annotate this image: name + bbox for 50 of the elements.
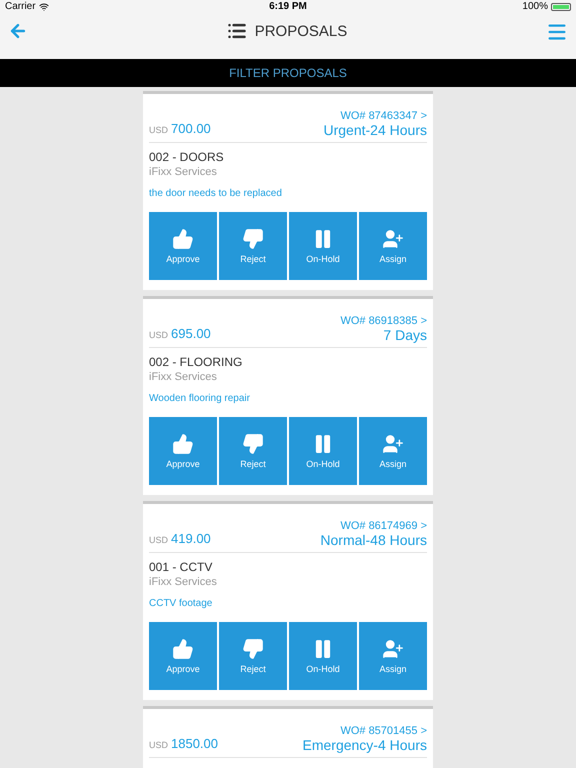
job-title: 001 - CCTV: [149, 560, 214, 574]
amount-text: USD 700.00: [149, 120, 211, 138]
hold-button[interactable]: On-Hold: [289, 622, 357, 690]
assign-button[interactable]: Assign: [359, 417, 427, 485]
assign-button[interactable]: Assign: [359, 622, 427, 690]
work-order-link[interactable]: WO# 85701455 >: [340, 725, 427, 737]
thumbs-down-icon: [242, 433, 264, 455]
amount-text: USD 695.00: [149, 325, 211, 343]
description-text: the door needs to be replaced: [149, 188, 283, 199]
description-text: CCTV footage: [149, 598, 214, 609]
reject-button[interactable]: Reject: [219, 417, 287, 485]
description-text: Wooden flooring repair: [149, 393, 251, 404]
approve-button[interactable]: Approve: [149, 622, 217, 690]
status-time: 6:19 PM: [269, 1, 307, 12]
amount-text: USD 419.00: [149, 530, 211, 548]
amount-text: USD 1850.00: [149, 735, 218, 753]
job-title: 002 - DOORS: [149, 150, 225, 164]
page-title: PROPOSALS: [254, 22, 348, 40]
work-order-link[interactable]: WO# 87463347 >: [340, 110, 427, 122]
user-plus-icon: [382, 433, 404, 455]
assign-button[interactable]: Assign: [359, 212, 427, 280]
thumbs-up-icon: [172, 638, 194, 660]
hold-button[interactable]: On-Hold: [289, 212, 357, 280]
approve-button[interactable]: Approve: [149, 417, 217, 485]
user-plus-icon: [382, 638, 404, 660]
thumbs-down-icon: [242, 228, 264, 250]
battery-icon: [550, 2, 571, 11]
priority-text: Normal-48 Hours: [320, 532, 427, 548]
company-name: iFixx Services: [149, 371, 218, 383]
thumbs-up-icon: [172, 433, 194, 455]
filter-label: FILTER PROPOSALS: [229, 66, 347, 80]
priority-text: 7 Days: [383, 327, 427, 343]
hold-button[interactable]: On-Hold: [289, 417, 357, 485]
priority-text: Emergency-4 Hours: [302, 737, 427, 753]
work-order-link[interactable]: WO# 86174969 >: [340, 520, 427, 532]
carrier-text: Carrier: [5, 1, 36, 12]
thumbs-up-icon: [172, 228, 194, 250]
thumbs-down-icon: [242, 638, 264, 660]
reject-button[interactable]: Reject: [219, 212, 287, 280]
reject-button[interactable]: Reject: [219, 622, 287, 690]
company-name: iFixx Services: [149, 166, 218, 178]
work-order-link[interactable]: WO# 86918385 >: [340, 315, 427, 327]
wifi-icon: [38, 2, 49, 12]
battery-percent: 100%: [522, 1, 548, 12]
user-plus-icon: [382, 228, 404, 250]
filter-bar[interactable]: FILTER PROPOSALS: [0, 58, 576, 87]
job-title: 002 - FLOORING: [149, 355, 244, 369]
priority-text: Urgent-24 Hours: [324, 122, 427, 138]
company-name: iFixx Services: [149, 576, 218, 588]
approve-button[interactable]: Approve: [149, 212, 217, 280]
